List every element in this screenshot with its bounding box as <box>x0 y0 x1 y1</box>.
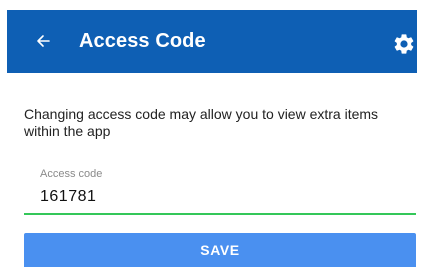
page-title: Access Code <box>79 30 206 52</box>
arrow-left-icon <box>37 35 50 47</box>
access-code-field[interactable]: Access code 161781 <box>24 164 416 216</box>
access-code-description: Changing access code may allow you to vi… <box>24 106 379 139</box>
access-code-input[interactable]: 161781 <box>40 187 96 207</box>
field-underline <box>24 213 416 215</box>
app-bar: Access Code <box>7 10 417 73</box>
settings-button[interactable] <box>392 32 416 56</box>
save-button[interactable]: SAVE <box>24 233 416 267</box>
gear-icon <box>394 34 414 54</box>
back-button[interactable] <box>35 29 51 53</box>
access-code-label: Access code <box>40 168 103 180</box>
